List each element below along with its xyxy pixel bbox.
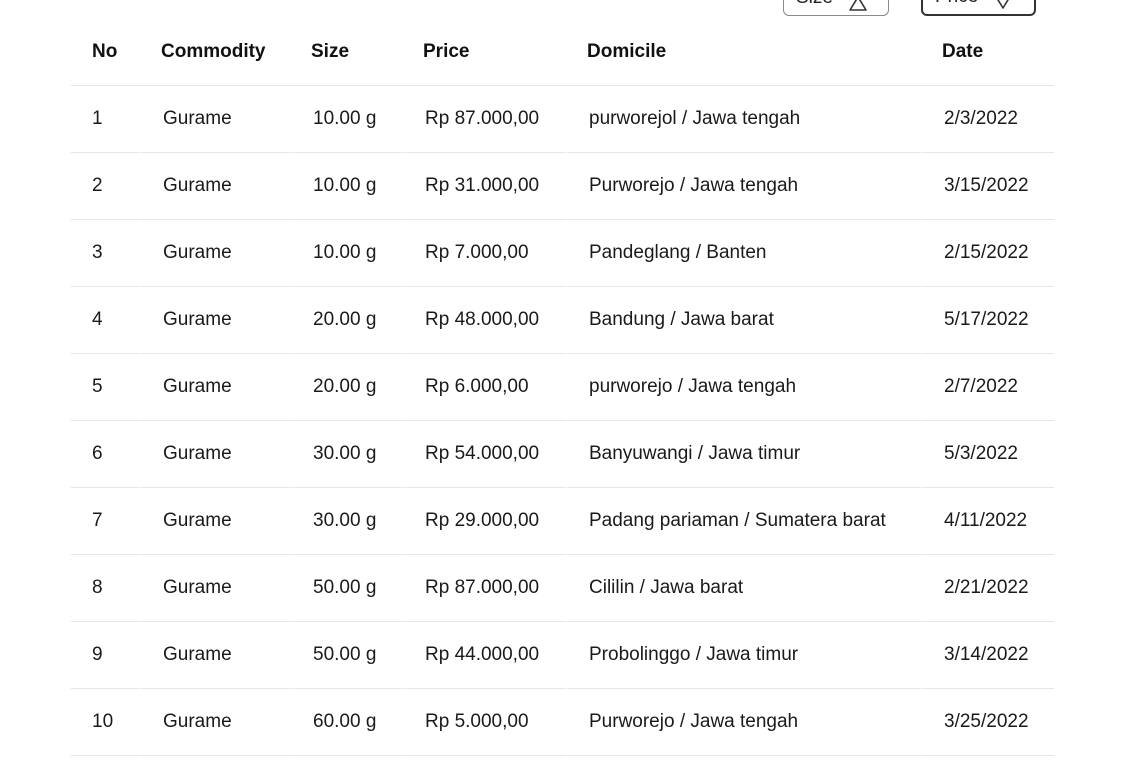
cell-commodity: Gurame — [140, 220, 290, 287]
table-row[interactable]: 5 Gurame 20.00 g Rp 6.000,00 purworejo / Jaw… — [71, 354, 1054, 421]
cell-no: 3 — [71, 220, 140, 287]
cell-no: 4 — [71, 287, 140, 354]
cell-no: 10 — [71, 689, 140, 756]
header-commodity[interactable]: Commodity — [140, 19, 290, 86]
cell-size: 50.00 g — [290, 622, 402, 689]
cell-commodity: Gurame — [140, 354, 290, 421]
cell-commodity: Gurame — [140, 555, 290, 622]
table-row[interactable]: 9 Gurame 50.00 g Rp 44.000,00 Probolinggo / … — [71, 622, 1054, 689]
cell-domicile: Purworejo / Jawa tengah — [566, 153, 921, 220]
cell-domicile: Banyuwangi / Jawa timur — [566, 421, 921, 488]
header-size[interactable]: Size — [290, 19, 402, 86]
table-row[interactable]: 2 Gurame 10.00 g Rp 31.000,00 Purworejo / Ja… — [71, 153, 1054, 220]
cell-price: Rp 6.000,00 — [402, 354, 566, 421]
table-row[interactable]: 7 Gurame 30.00 g Rp 29.000,00 Padang pariama… — [71, 488, 1054, 555]
cell-no: 9 — [71, 622, 140, 689]
cell-size: 50.00 g — [290, 555, 402, 622]
cell-price: Rp 44.000,00 — [402, 622, 566, 689]
sort-bar: Size Price — [0, 0, 1123, 19]
cell-no: 8 — [71, 555, 140, 622]
cell-date: 2/3/2022 — [921, 86, 1054, 153]
cell-date: 3/14/2022 — [921, 622, 1054, 689]
header-no[interactable]: No — [71, 19, 140, 86]
cell-price: Rp 87.000,00 — [402, 86, 566, 153]
cell-domicile: purworejol / Jawa tengah — [566, 86, 921, 153]
cell-commodity: Gurame — [140, 622, 290, 689]
cell-price: Rp 7.000,00 — [402, 220, 566, 287]
cell-domicile: Cililin / Jawa barat — [566, 555, 921, 622]
cell-domicile: Bandung / Jawa barat — [566, 287, 921, 354]
cell-size: 20.00 g — [290, 354, 402, 421]
sort-size-button[interactable]: Size — [783, 0, 889, 16]
cell-price: Rp 54.000,00 — [402, 421, 566, 488]
cell-commodity: Gurame — [140, 689, 290, 756]
cell-no: 1 — [71, 86, 140, 153]
cell-date: 2/21/2022 — [921, 555, 1054, 622]
cell-date: 3/25/2022 — [921, 689, 1054, 756]
cell-date: 2/7/2022 — [921, 354, 1054, 421]
cell-domicile: Purworejo / Jawa tengah — [566, 689, 921, 756]
header-price[interactable]: Price — [402, 19, 566, 86]
cell-commodity: Gurame — [140, 421, 290, 488]
sort-size-label: Size — [796, 0, 833, 9]
cell-date: 3/15/2022 — [921, 153, 1054, 220]
sort-price-button[interactable]: Price — [921, 0, 1036, 16]
table-row[interactable]: 4 Gurame 20.00 g Rp 48.000,00 Bandung / Jawa… — [71, 287, 1054, 354]
cell-commodity: Gurame — [140, 488, 290, 555]
cell-domicile: purworejo / Jawa tengah — [566, 354, 921, 421]
cell-date: 4/11/2022 — [921, 488, 1054, 555]
table-row[interactable]: 3 Gurame 10.00 g Rp 7.000,00 Pandeglang / Ba… — [71, 220, 1054, 287]
cell-commodity: Gurame — [140, 287, 290, 354]
cell-date: 5/17/2022 — [921, 287, 1054, 354]
triangle-down-icon — [992, 0, 1014, 9]
cell-size: 30.00 g — [290, 421, 402, 488]
cell-price: Rp 87.000,00 — [402, 555, 566, 622]
table-row[interactable]: 1 Gurame 10.00 g Rp 87.000,00 purworejol / J… — [71, 86, 1054, 153]
cell-date: 2/15/2022 — [921, 220, 1054, 287]
cell-domicile: Probolinggo / Jawa timur — [566, 622, 921, 689]
cell-no: 7 — [71, 488, 140, 555]
table-row[interactable]: 8 Gurame 50.00 g Rp 87.000,00 Cililin / Jawa… — [71, 555, 1054, 622]
table-row[interactable]: 10 Gurame 60.00 g Rp 5.000,00 Purworejo / Ja… — [71, 689, 1054, 756]
commodity-table: No Commodity Size Price Domicile Date 1G… — [71, 19, 1054, 756]
cell-size: 20.00 g — [290, 287, 402, 354]
cell-no: 5 — [71, 354, 140, 421]
cell-domicile: Pandeglang / Banten — [566, 220, 921, 287]
sort-price-label: Price — [935, 0, 978, 8]
cell-domicile: Padang pariaman / Sumatera barat — [566, 488, 921, 555]
cell-size: 10.00 g — [290, 153, 402, 220]
cell-size: 10.00 g — [290, 86, 402, 153]
cell-price: Rp 29.000,00 — [402, 488, 566, 555]
triangle-up-icon — [847, 0, 869, 11]
cell-no: 2 — [71, 153, 140, 220]
cell-price: Rp 48.000,00 — [402, 287, 566, 354]
header-date[interactable]: Date — [921, 19, 1054, 86]
table-row[interactable]: 6 Gurame 30.00 g Rp 54.000,00 Banyuwangi / J… — [71, 421, 1054, 488]
cell-size: 60.00 g — [290, 689, 402, 756]
cell-commodity: Gurame — [140, 86, 290, 153]
cell-commodity: Gurame — [140, 153, 290, 220]
cell-date: 5/3/2022 — [921, 421, 1054, 488]
cell-no: 6 — [71, 421, 140, 488]
cell-price: Rp 5.000,00 — [402, 689, 566, 756]
cell-size: 30.00 g — [290, 488, 402, 555]
table-header-row: No Commodity Size Price Domicile Date — [71, 19, 1054, 86]
header-domicile[interactable]: Domicile — [566, 19, 921, 86]
cell-size: 10.00 g — [290, 220, 402, 287]
cell-price: Rp 31.000,00 — [402, 153, 566, 220]
